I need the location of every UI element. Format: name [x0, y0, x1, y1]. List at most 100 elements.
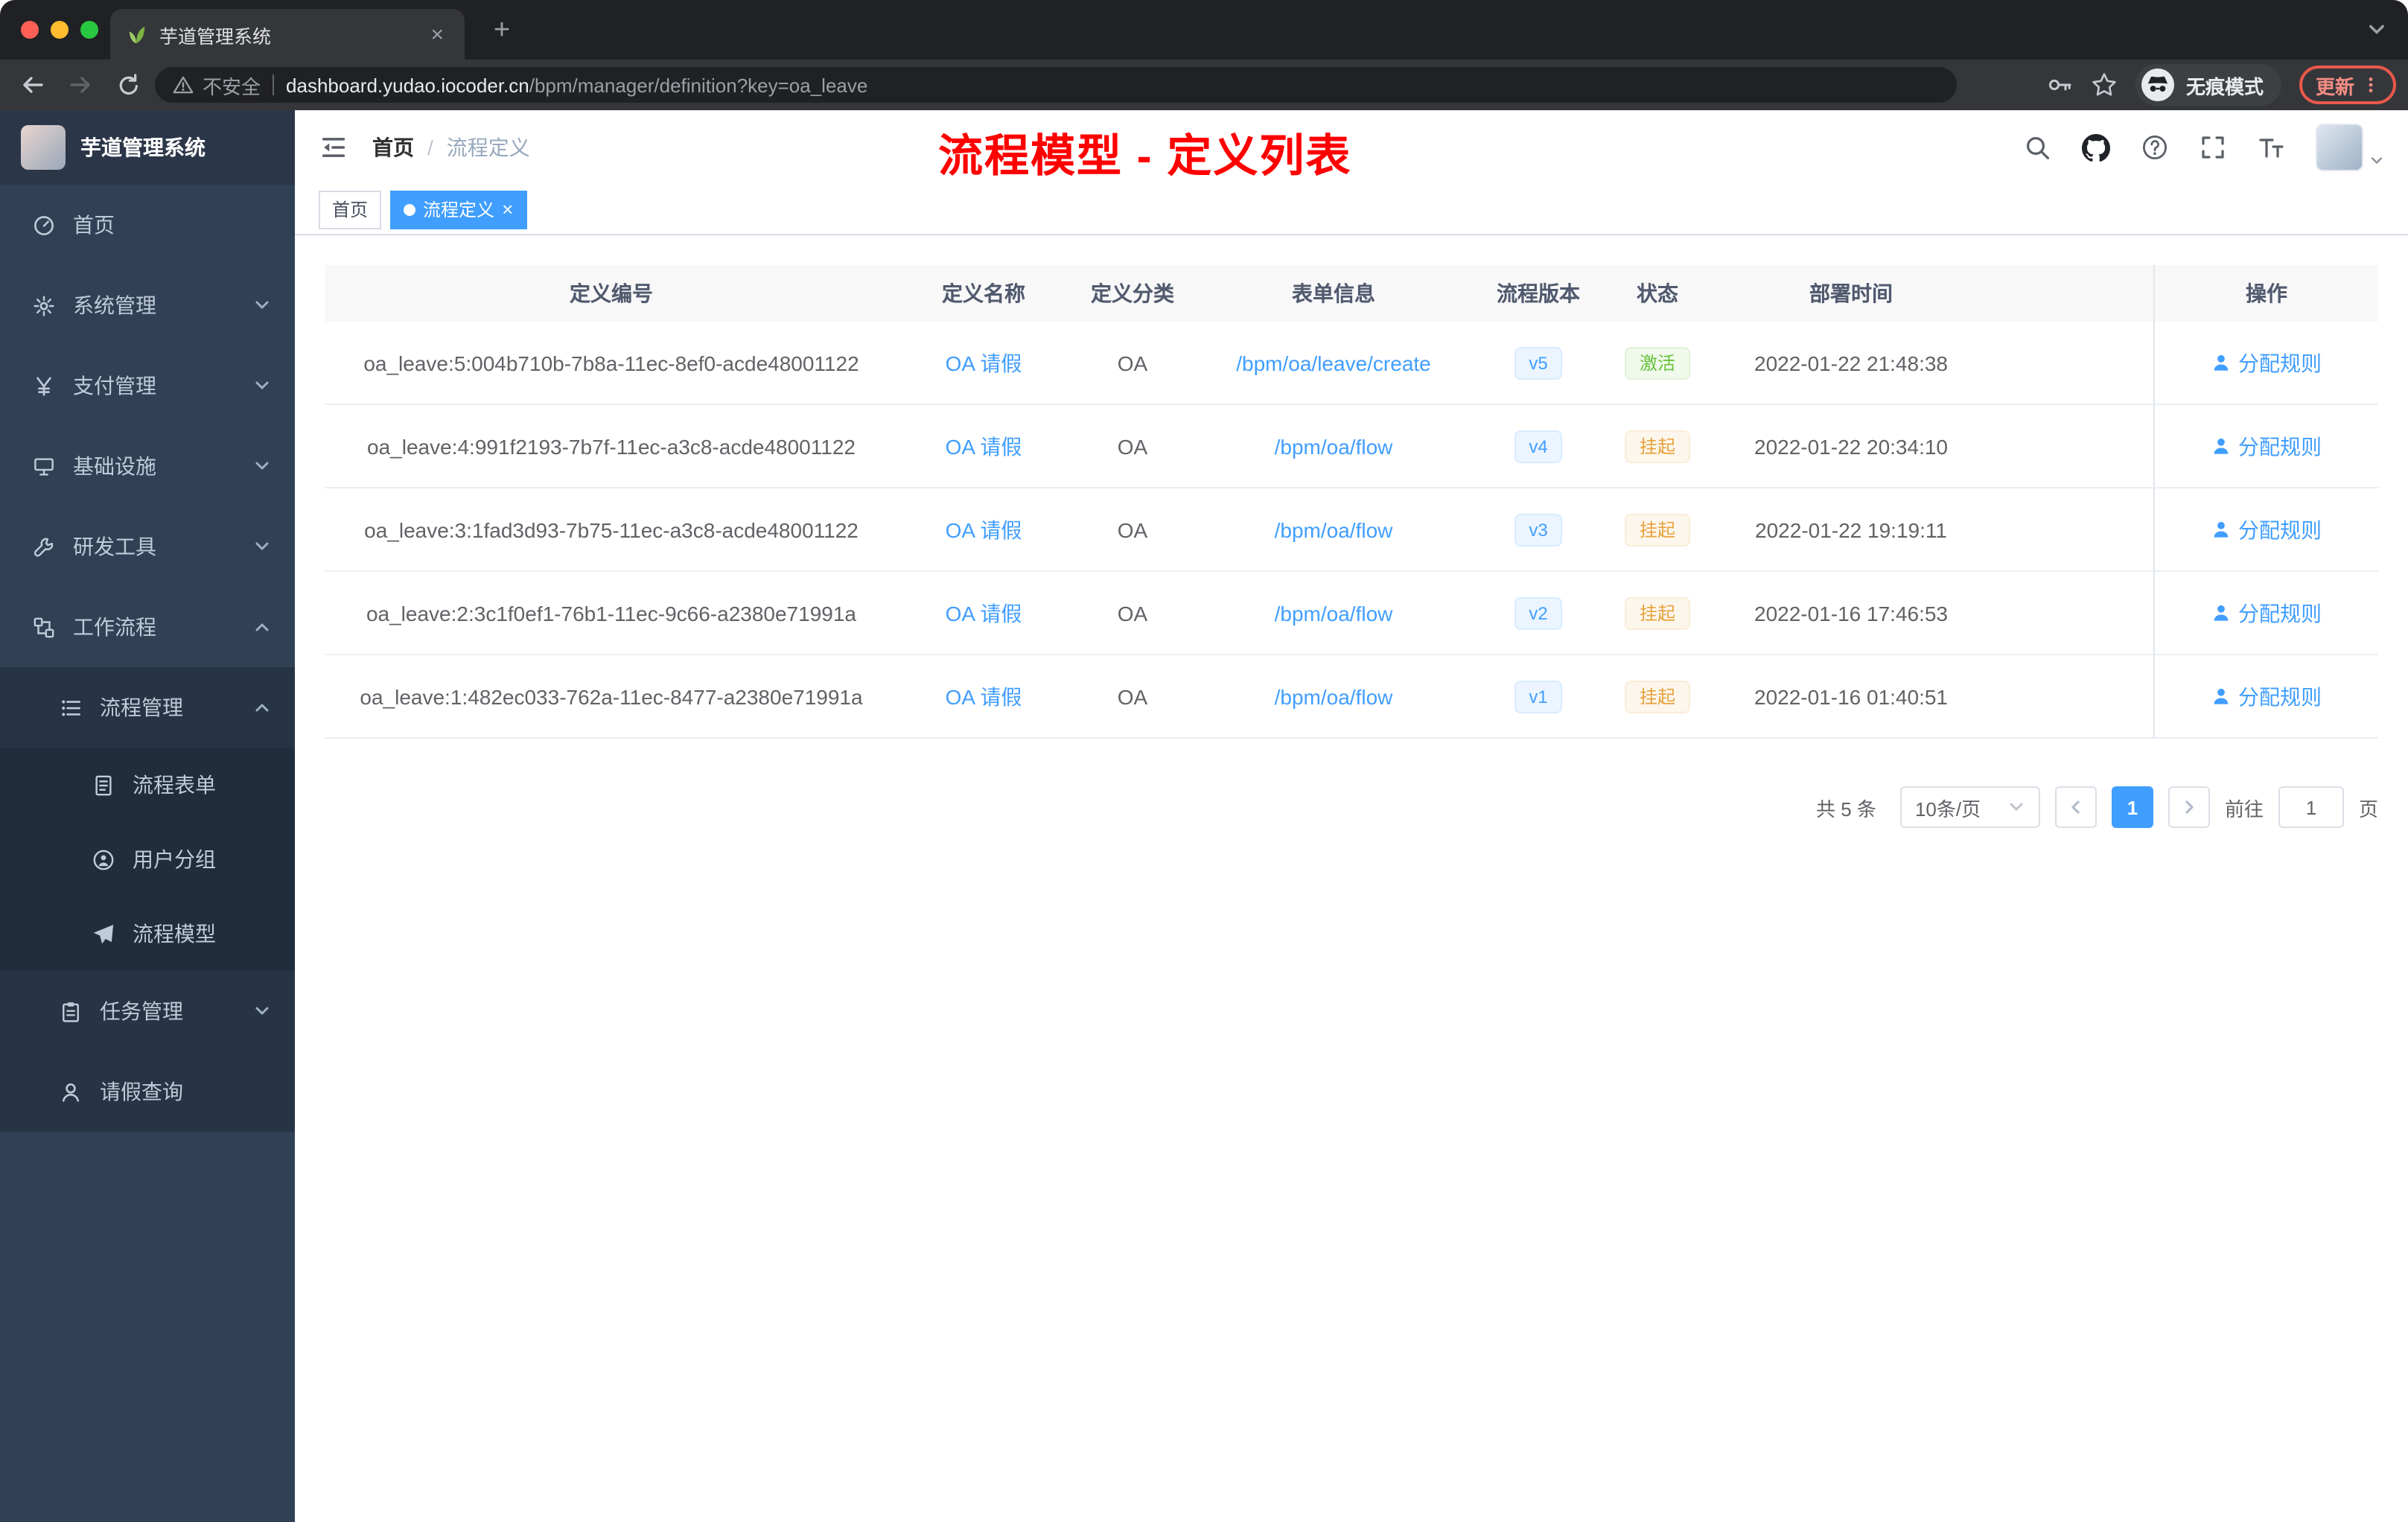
assign-rule-label: 分配规则 [2238, 351, 2322, 375]
browser-tab[interactable]: 芋道管理系统 × [110, 9, 465, 60]
tag-label: 首页 [332, 200, 369, 220]
assign-rule-label: 分配规则 [2238, 601, 2322, 625]
definition-name-link[interactable]: OA 请假 [946, 598, 1022, 628]
flowchart-icon [33, 616, 55, 638]
form-info-link[interactable]: /bpm/oa/flow [1275, 434, 1393, 458]
security-indicator[interactable]: 不安全 [173, 71, 261, 99]
definition-name-link[interactable]: OA 请假 [946, 515, 1022, 544]
definition-category: OA [1117, 518, 1148, 541]
back-button[interactable] [12, 64, 54, 106]
table-row: oa_leave:5:004b710b-7b8a-11ec-8ef0-acde4… [325, 322, 2378, 405]
page-size-select[interactable]: 10条/页 [1899, 786, 2040, 828]
sidebar-item-dev-tools[interactable]: 研发工具 [0, 506, 295, 587]
app-navbar: 首页 / 流程定义 流程模型 - 定义列表 [295, 110, 2408, 185]
prev-page-button[interactable] [2054, 786, 2097, 828]
page-size-value: 10条/页 [1914, 797, 1981, 820]
new-tab-button[interactable]: + [482, 12, 521, 51]
form-info-link[interactable]: /bpm/oa/flow [1275, 518, 1393, 541]
paper-plane-icon [92, 923, 115, 945]
sidebar-item-infrastructure[interactable]: 基础设施 [0, 426, 295, 506]
definition-name-link[interactable]: OA 请假 [946, 348, 1022, 378]
window-close-button[interactable] [21, 21, 39, 39]
logo-avatar [21, 125, 66, 170]
assign-rule-link[interactable]: 分配规则 [2211, 431, 2322, 461]
sidebar-item-label: 请假查询 [100, 1080, 183, 1104]
reload-button[interactable] [107, 64, 149, 106]
status-badge: 挂起 [1624, 513, 1690, 546]
next-page-button[interactable] [2167, 786, 2210, 828]
definition-id: oa_leave:3:1fad3d93-7b75-11ec-a3c8-acde4… [364, 518, 859, 541]
yen-icon [33, 375, 55, 397]
bookmark-star-icon[interactable] [2091, 71, 2118, 98]
kebab-menu-icon[interactable] [2362, 76, 2380, 94]
definition-id: oa_leave:1:482ec033-762a-11ec-8477-a2380… [360, 684, 863, 708]
help-icon[interactable] [2141, 134, 2168, 161]
sidebar-item-home[interactable]: 首页 [0, 185, 295, 265]
definition-id: oa_leave:5:004b710b-7b8a-11ec-8ef0-acde4… [363, 351, 859, 375]
page-number-button[interactable]: 1 [2111, 786, 2153, 828]
breadcrumb-home[interactable]: 首页 [372, 133, 414, 162]
omnibox-divider [273, 74, 275, 95]
fullscreen-icon[interactable] [2200, 134, 2226, 161]
form-info-link[interactable]: /bpm/oa/flow [1275, 684, 1393, 708]
user-avatar-menu[interactable] [2316, 124, 2384, 171]
chevron-down-icon [253, 538, 271, 555]
search-icon[interactable] [2024, 134, 2051, 161]
chevron-right-icon [2180, 798, 2198, 816]
sidebar-item-process-form[interactable]: 流程表单 [0, 748, 295, 822]
address-bar[interactable]: 不安全 dashboard.yudao.iocoder.cn/bpm/manag… [155, 67, 1957, 103]
tag-home[interactable]: 首页 [319, 190, 382, 229]
sidebar-item-user-group[interactable]: 用户分组 [0, 822, 295, 897]
dashboard-icon [33, 214, 55, 236]
deploy-time: 2022-01-22 21:48:38 [1754, 351, 1948, 375]
chevron-left-icon [2067, 798, 2085, 816]
tag-label: 流程定义 [423, 200, 495, 220]
definition-name-link[interactable]: OA 请假 [946, 431, 1022, 461]
tag-process-definition[interactable]: 流程定义 × [390, 190, 527, 229]
assign-rule-link[interactable]: 分配规则 [2211, 348, 2322, 378]
github-icon[interactable] [2082, 133, 2110, 162]
font-size-icon[interactable] [2258, 134, 2284, 161]
window-maximize-button[interactable] [80, 21, 98, 39]
sidebar-item-task-management[interactable]: 任务管理 [0, 971, 295, 1051]
tab-title: 芋道管理系统 [159, 26, 272, 47]
sidebar-logo[interactable]: 芋道管理系统 [0, 110, 295, 185]
caret-down-icon [2007, 798, 2025, 816]
page-unit-label: 页 [2358, 797, 2378, 820]
goto-page-input[interactable] [2278, 786, 2344, 828]
chevron-up-icon [253, 618, 271, 636]
tag-close-icon[interactable]: × [502, 200, 513, 219]
sidebar-item-process-model[interactable]: 流程模型 [0, 897, 295, 971]
user-icon [2211, 353, 2231, 372]
form-info-link[interactable]: /bpm/oa/leave/create [1236, 351, 1431, 375]
row-spacer [1993, 405, 2153, 487]
assign-rule-label: 分配规则 [2238, 684, 2322, 708]
warning-icon [173, 74, 194, 95]
key-icon[interactable] [2046, 71, 2073, 98]
header-spacer [1993, 265, 2153, 322]
sidebar-fold-icon[interactable] [319, 133, 348, 162]
table-row: oa_leave:4:991f2193-7b7f-11ec-a3c8-acde4… [325, 405, 2378, 488]
header-process-version: 流程版本 [1497, 281, 1580, 305]
sidebar-item-system-management[interactable]: 系统管理 [0, 265, 295, 346]
definition-name-link[interactable]: OA 请假 [946, 681, 1022, 711]
window-minimize-button[interactable] [51, 21, 69, 39]
sidebar-item-label: 任务管理 [100, 999, 183, 1023]
avatar[interactable] [2316, 124, 2363, 171]
sidebar-item-process-management[interactable]: 流程管理 [0, 667, 295, 748]
form-info-link[interactable]: /bpm/oa/flow [1275, 601, 1393, 625]
assign-rule-link[interactable]: 分配规则 [2211, 515, 2322, 544]
assign-rule-label: 分配规则 [2238, 518, 2322, 541]
deploy-time: 2022-01-16 17:46:53 [1754, 601, 1948, 625]
tab-search-chevron-icon[interactable] [2366, 19, 2387, 40]
sidebar-item-leave-query[interactable]: 请假查询 [0, 1051, 295, 1132]
forward-button[interactable] [60, 64, 101, 106]
assign-rule-link[interactable]: 分配规则 [2211, 681, 2322, 711]
sidebar-item-payment-management[interactable]: 支付管理 [0, 346, 295, 426]
app-root: 芋道管理系统 首页 系统管理 支付管理 基础设施 研发工具 工作流程 流程管理 … [0, 110, 2408, 1522]
tab-close-icon[interactable]: × [424, 20, 450, 48]
tab-strip: 芋道管理系统 × + [0, 0, 2408, 60]
chrome-update-button[interactable]: 更新 [2299, 66, 2396, 104]
assign-rule-link[interactable]: 分配规则 [2211, 598, 2322, 628]
sidebar-item-workflow[interactable]: 工作流程 [0, 587, 295, 667]
